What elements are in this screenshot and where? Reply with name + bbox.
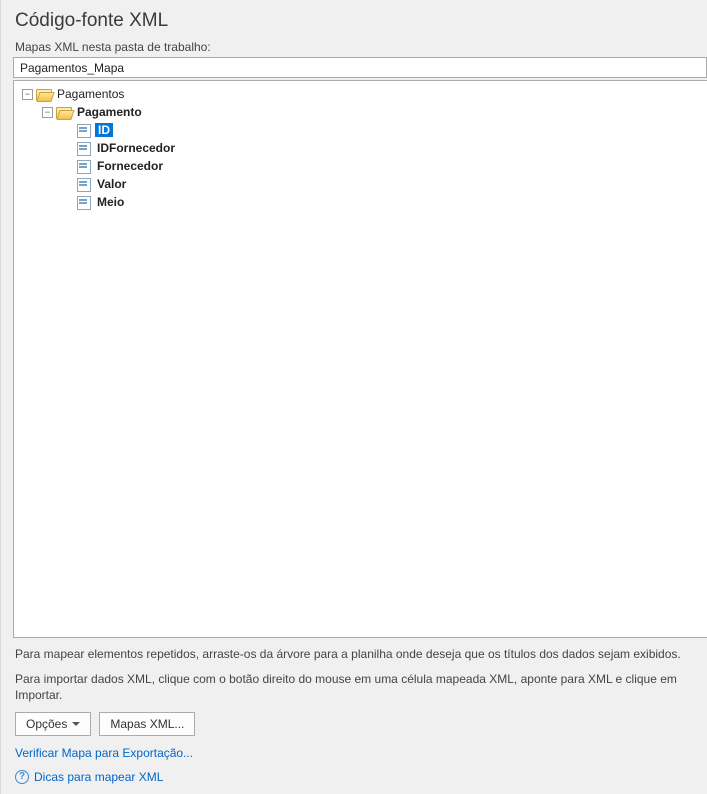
tree-node-label: Pagamentos [55, 87, 126, 101]
xml-tips-link[interactable]: Dicas para mapear XML [34, 770, 163, 784]
xml-tree[interactable]: − Pagamentos − Pagamento [13, 80, 707, 638]
expand-spacer [62, 197, 73, 208]
expand-toggle[interactable]: − [42, 107, 53, 118]
expand-spacer [62, 161, 73, 172]
folder-open-icon [36, 87, 52, 101]
expand-spacer [62, 143, 73, 154]
element-icon [76, 177, 92, 191]
element-icon [76, 141, 92, 155]
button-row: Opções Mapas XML... [15, 712, 707, 736]
tree-node-element[interactable]: Meio [62, 193, 705, 211]
help-icon: ? [15, 770, 29, 784]
xml-map-selected-value: Pagamentos_Mapa [20, 61, 124, 75]
tree-node-element[interactable]: ID [62, 121, 705, 139]
element-icon [76, 159, 92, 173]
expand-toggle[interactable]: − [22, 89, 33, 100]
tree-node-label: IDFornecedor [95, 141, 177, 155]
hint-import-xml: Para importar dados XML, clique com o bo… [15, 671, 705, 703]
tree-node-element[interactable]: IDFornecedor [62, 139, 705, 157]
pane-title: Código-fonte XML [15, 10, 707, 32]
xml-map-select[interactable]: Pagamentos_Mapa [13, 57, 707, 78]
expand-spacer [62, 125, 73, 136]
options-button-label: Opções [26, 717, 67, 731]
expand-spacer [62, 179, 73, 190]
element-icon [76, 123, 92, 137]
tree-node-root[interactable]: − Pagamentos − Pagamento [22, 85, 705, 211]
tree-node-element[interactable]: Fornecedor [62, 157, 705, 175]
maps-label: Mapas XML nesta pasta de trabalho: [15, 40, 707, 54]
xml-source-pane: Código-fonte XML Mapas XML nesta pasta d… [0, 0, 707, 794]
folder-open-icon [56, 105, 72, 119]
tree-node-element[interactable]: Valor [62, 175, 705, 193]
verify-export-link[interactable]: Verificar Mapa para Exportação... [15, 746, 193, 760]
tree-node-label: Pagamento [75, 105, 144, 119]
xml-maps-button[interactable]: Mapas XML... [99, 712, 195, 736]
tree-node-label: Fornecedor [95, 159, 165, 173]
tree-node-label: Valor [95, 177, 128, 191]
options-button[interactable]: Opções [15, 712, 91, 736]
hint-repeat-elements: Para mapear elementos repetidos, arraste… [15, 646, 705, 662]
chevron-down-icon [72, 722, 80, 726]
tree-node-label: Meio [95, 195, 126, 209]
element-icon [76, 195, 92, 209]
tree-node-label: ID [95, 123, 113, 137]
tree-node-child[interactable]: − Pagamento ID [42, 103, 705, 211]
xml-maps-button-label: Mapas XML... [110, 717, 184, 731]
